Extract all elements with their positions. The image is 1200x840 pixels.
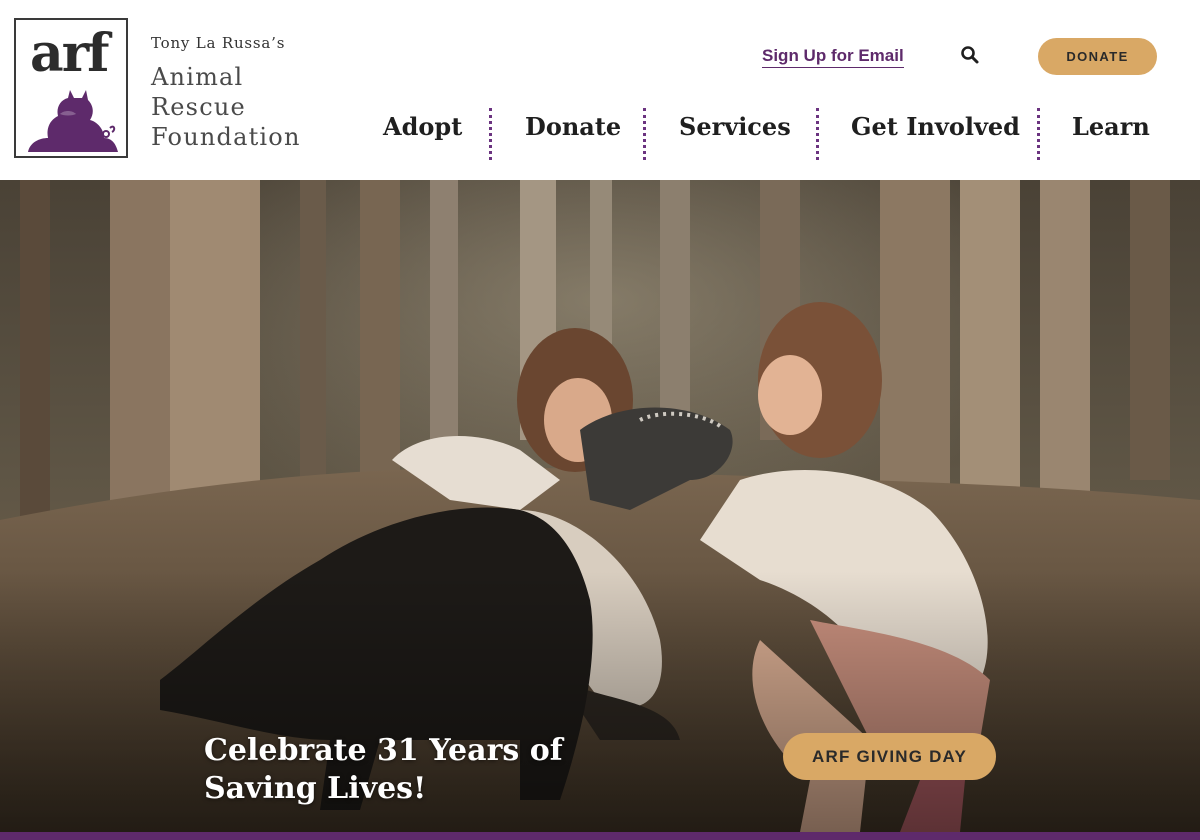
org-name-line: Foundation: [151, 123, 301, 151]
org-name-line: Animal: [151, 63, 244, 91]
nav-divider: [1037, 108, 1040, 160]
nav-donate[interactable]: Donate: [525, 112, 621, 141]
hero-banner: Celebrate 31 Years of Saving Lives! ARF …: [0, 180, 1200, 832]
nav-divider: [816, 108, 819, 160]
nav-services[interactable]: Services: [679, 112, 791, 141]
org-tagline: Tony La Russa’s: [151, 34, 286, 52]
site-logo[interactable]: arf: [14, 18, 128, 158]
donate-button[interactable]: DONATE: [1038, 38, 1157, 75]
giving-day-button[interactable]: ARF GIVING DAY: [783, 733, 996, 780]
main-nav: Adopt Donate Services Get Involved Learn: [360, 108, 1180, 162]
logo-animals-icon: [28, 90, 118, 152]
nav-divider: [643, 108, 646, 160]
org-name: Animal Rescue Foundation: [151, 62, 351, 152]
search-icon: [961, 45, 979, 63]
nav-adopt[interactable]: Adopt: [383, 112, 462, 141]
nav-get-involved[interactable]: Get Involved: [851, 112, 1020, 141]
hero-headline-line: Celebrate 31 Years of: [204, 733, 563, 768]
hero-photo: [0, 180, 1200, 832]
email-signup-link[interactable]: Sign Up for Email: [762, 46, 904, 68]
site-header: arf Tony La Russa’s Animal Rescue Founda…: [0, 0, 1200, 180]
nav-learn[interactable]: Learn: [1072, 112, 1150, 141]
purple-footer-strip: [0, 832, 1200, 840]
logo-wordmark: arf: [30, 23, 109, 84]
search-button[interactable]: [958, 44, 982, 68]
org-name-line: Rescue: [151, 93, 246, 121]
hero-headline: Celebrate 31 Years of Saving Lives!: [204, 732, 584, 808]
hero-headline-line: Saving Lives!: [204, 771, 427, 806]
nav-divider: [489, 108, 492, 160]
